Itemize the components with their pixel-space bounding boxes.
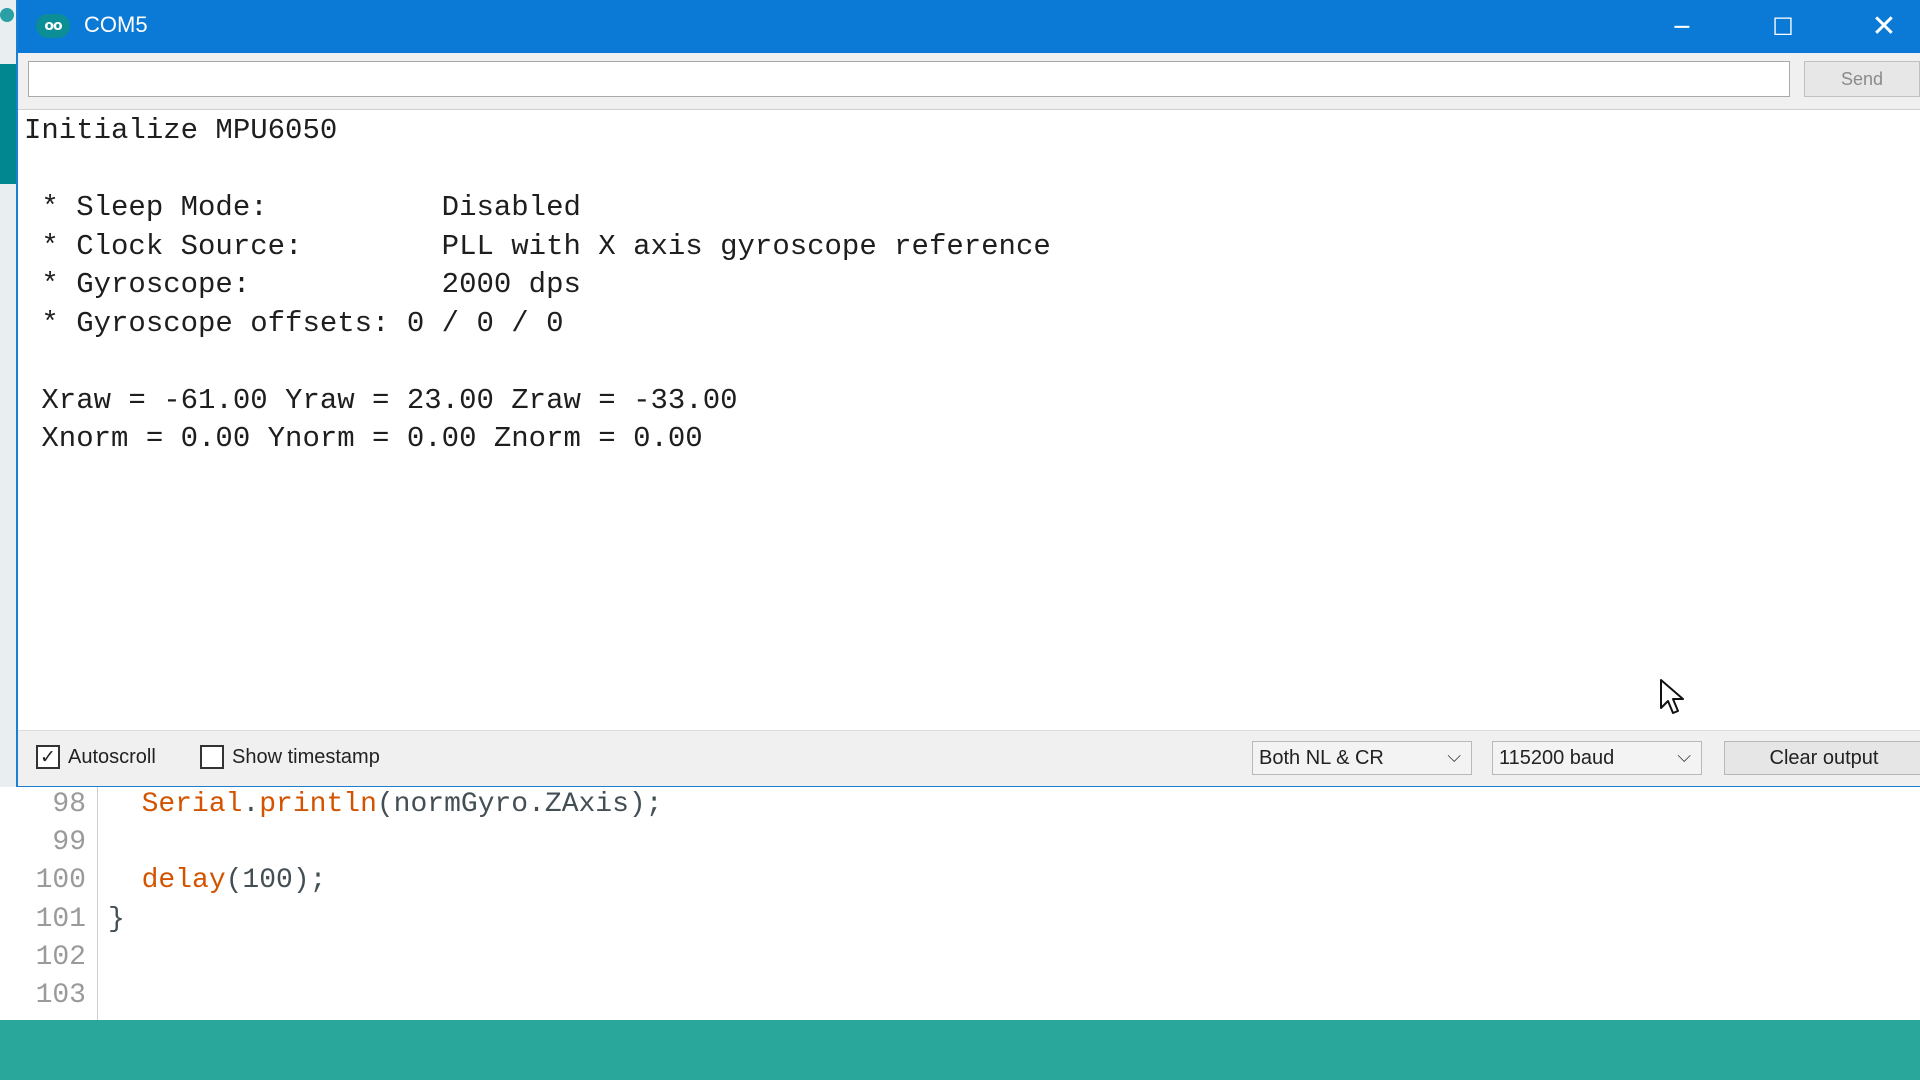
output-line: Xnorm = 0.00 Ynorm = 0.00 Znorm = 0.00 xyxy=(24,422,703,455)
code-keyword: Serial xyxy=(141,789,243,820)
output-line: Xraw = -61.00 Yraw = 23.00 Zraw = -33.00 xyxy=(24,383,738,417)
line-number: 103 xyxy=(35,980,86,1011)
line-number: 102 xyxy=(35,941,86,973)
ide-footer xyxy=(0,1020,1920,1080)
output-line: * Sleep Mode: Disabled xyxy=(24,191,581,224)
code-line[interactable]: 99 xyxy=(0,827,1920,865)
ide-logo-icon xyxy=(0,8,14,22)
autoscroll-checkbox[interactable]: ✓ Autoscroll xyxy=(36,745,156,769)
code-line[interactable]: 98 Serial.println(normGyro.ZAxis); xyxy=(0,789,1920,827)
clear-output-button[interactable]: Clear output xyxy=(1724,741,1920,775)
infinity-logo-icon: oo xyxy=(36,14,70,38)
send-button[interactable]: Send xyxy=(1804,61,1920,97)
title-bar[interactable]: oo COM5 ─ ☐ ✕ xyxy=(18,0,1920,53)
output-line: Initialize MPU6050 xyxy=(24,114,338,147)
window-title: COM5 xyxy=(84,12,148,37)
code-text: } xyxy=(108,904,125,935)
line-number: 99 xyxy=(52,827,86,859)
autoscroll-label: Autoscroll xyxy=(68,745,156,768)
code-line[interactable]: 102 xyxy=(0,942,1920,980)
line-number: 100 xyxy=(35,865,86,897)
baud-rate-value: 115200 baud xyxy=(1499,746,1615,769)
line-number: 98 xyxy=(52,789,86,820)
output-line: * Gyroscope offsets: 0 / 0 / 0 xyxy=(24,306,564,340)
show-timestamp-label: Show timestamp xyxy=(232,745,380,768)
checkbox-checked-icon[interactable]: ✓ xyxy=(36,745,60,769)
chevron-down-icon: ⌵ xyxy=(1677,746,1691,766)
mouse-cursor-icon xyxy=(1660,679,1684,714)
checkbox-unchecked-icon[interactable] xyxy=(200,745,224,769)
code-token: (100); xyxy=(225,865,327,897)
code-keyword: println xyxy=(259,789,377,820)
chevron-down-icon: ⌵ xyxy=(1447,746,1461,766)
code-token: } xyxy=(108,903,125,935)
minimize-button[interactable]: ─ xyxy=(1652,0,1712,53)
status-bar: ✓ Autoscroll Show timestamp Both NL & CR… xyxy=(18,730,1920,786)
code-editor[interactable]: 98 Serial.println(normGyro.ZAxis); 99 100 … xyxy=(0,787,1920,1020)
serial-monitor-window: oo COM5 ─ ☐ ✕ Send Initialize MPU6050 * … xyxy=(16,0,1920,787)
close-button[interactable]: ✕ xyxy=(1854,0,1914,53)
code-token: (normGyro.ZAxis); xyxy=(376,789,663,820)
code-text: Serial.println(normGyro.ZAxis); xyxy=(108,789,663,820)
show-timestamp-checkbox[interactable]: Show timestamp xyxy=(200,745,380,769)
line-number: 101 xyxy=(35,903,86,935)
send-bar: Send xyxy=(18,53,1920,110)
serial-output[interactable]: Initialize MPU6050 * Sleep Mode: Disable… xyxy=(24,112,1914,722)
maximize-button[interactable]: ☐ xyxy=(1753,0,1813,53)
code-text: delay(100); xyxy=(108,865,327,897)
code-line[interactable]: 103 xyxy=(0,980,1920,1018)
send-input[interactable] xyxy=(28,61,1790,97)
code-token: . xyxy=(242,789,260,820)
code-keyword: delay xyxy=(141,865,226,897)
line-ending-select[interactable]: Both NL & CR ⌵ xyxy=(1252,741,1472,775)
code-line[interactable]: 100 delay(100); xyxy=(0,865,1920,903)
output-line: * Clock Source: PLL with X axis gyroscop… xyxy=(24,229,1051,263)
line-ending-value: Both NL & CR xyxy=(1259,746,1384,769)
baud-rate-select[interactable]: 115200 baud ⌵ xyxy=(1492,741,1702,775)
code-line[interactable]: 101} xyxy=(0,904,1920,942)
output-line: * Gyroscope: 2000 dps xyxy=(24,268,581,301)
